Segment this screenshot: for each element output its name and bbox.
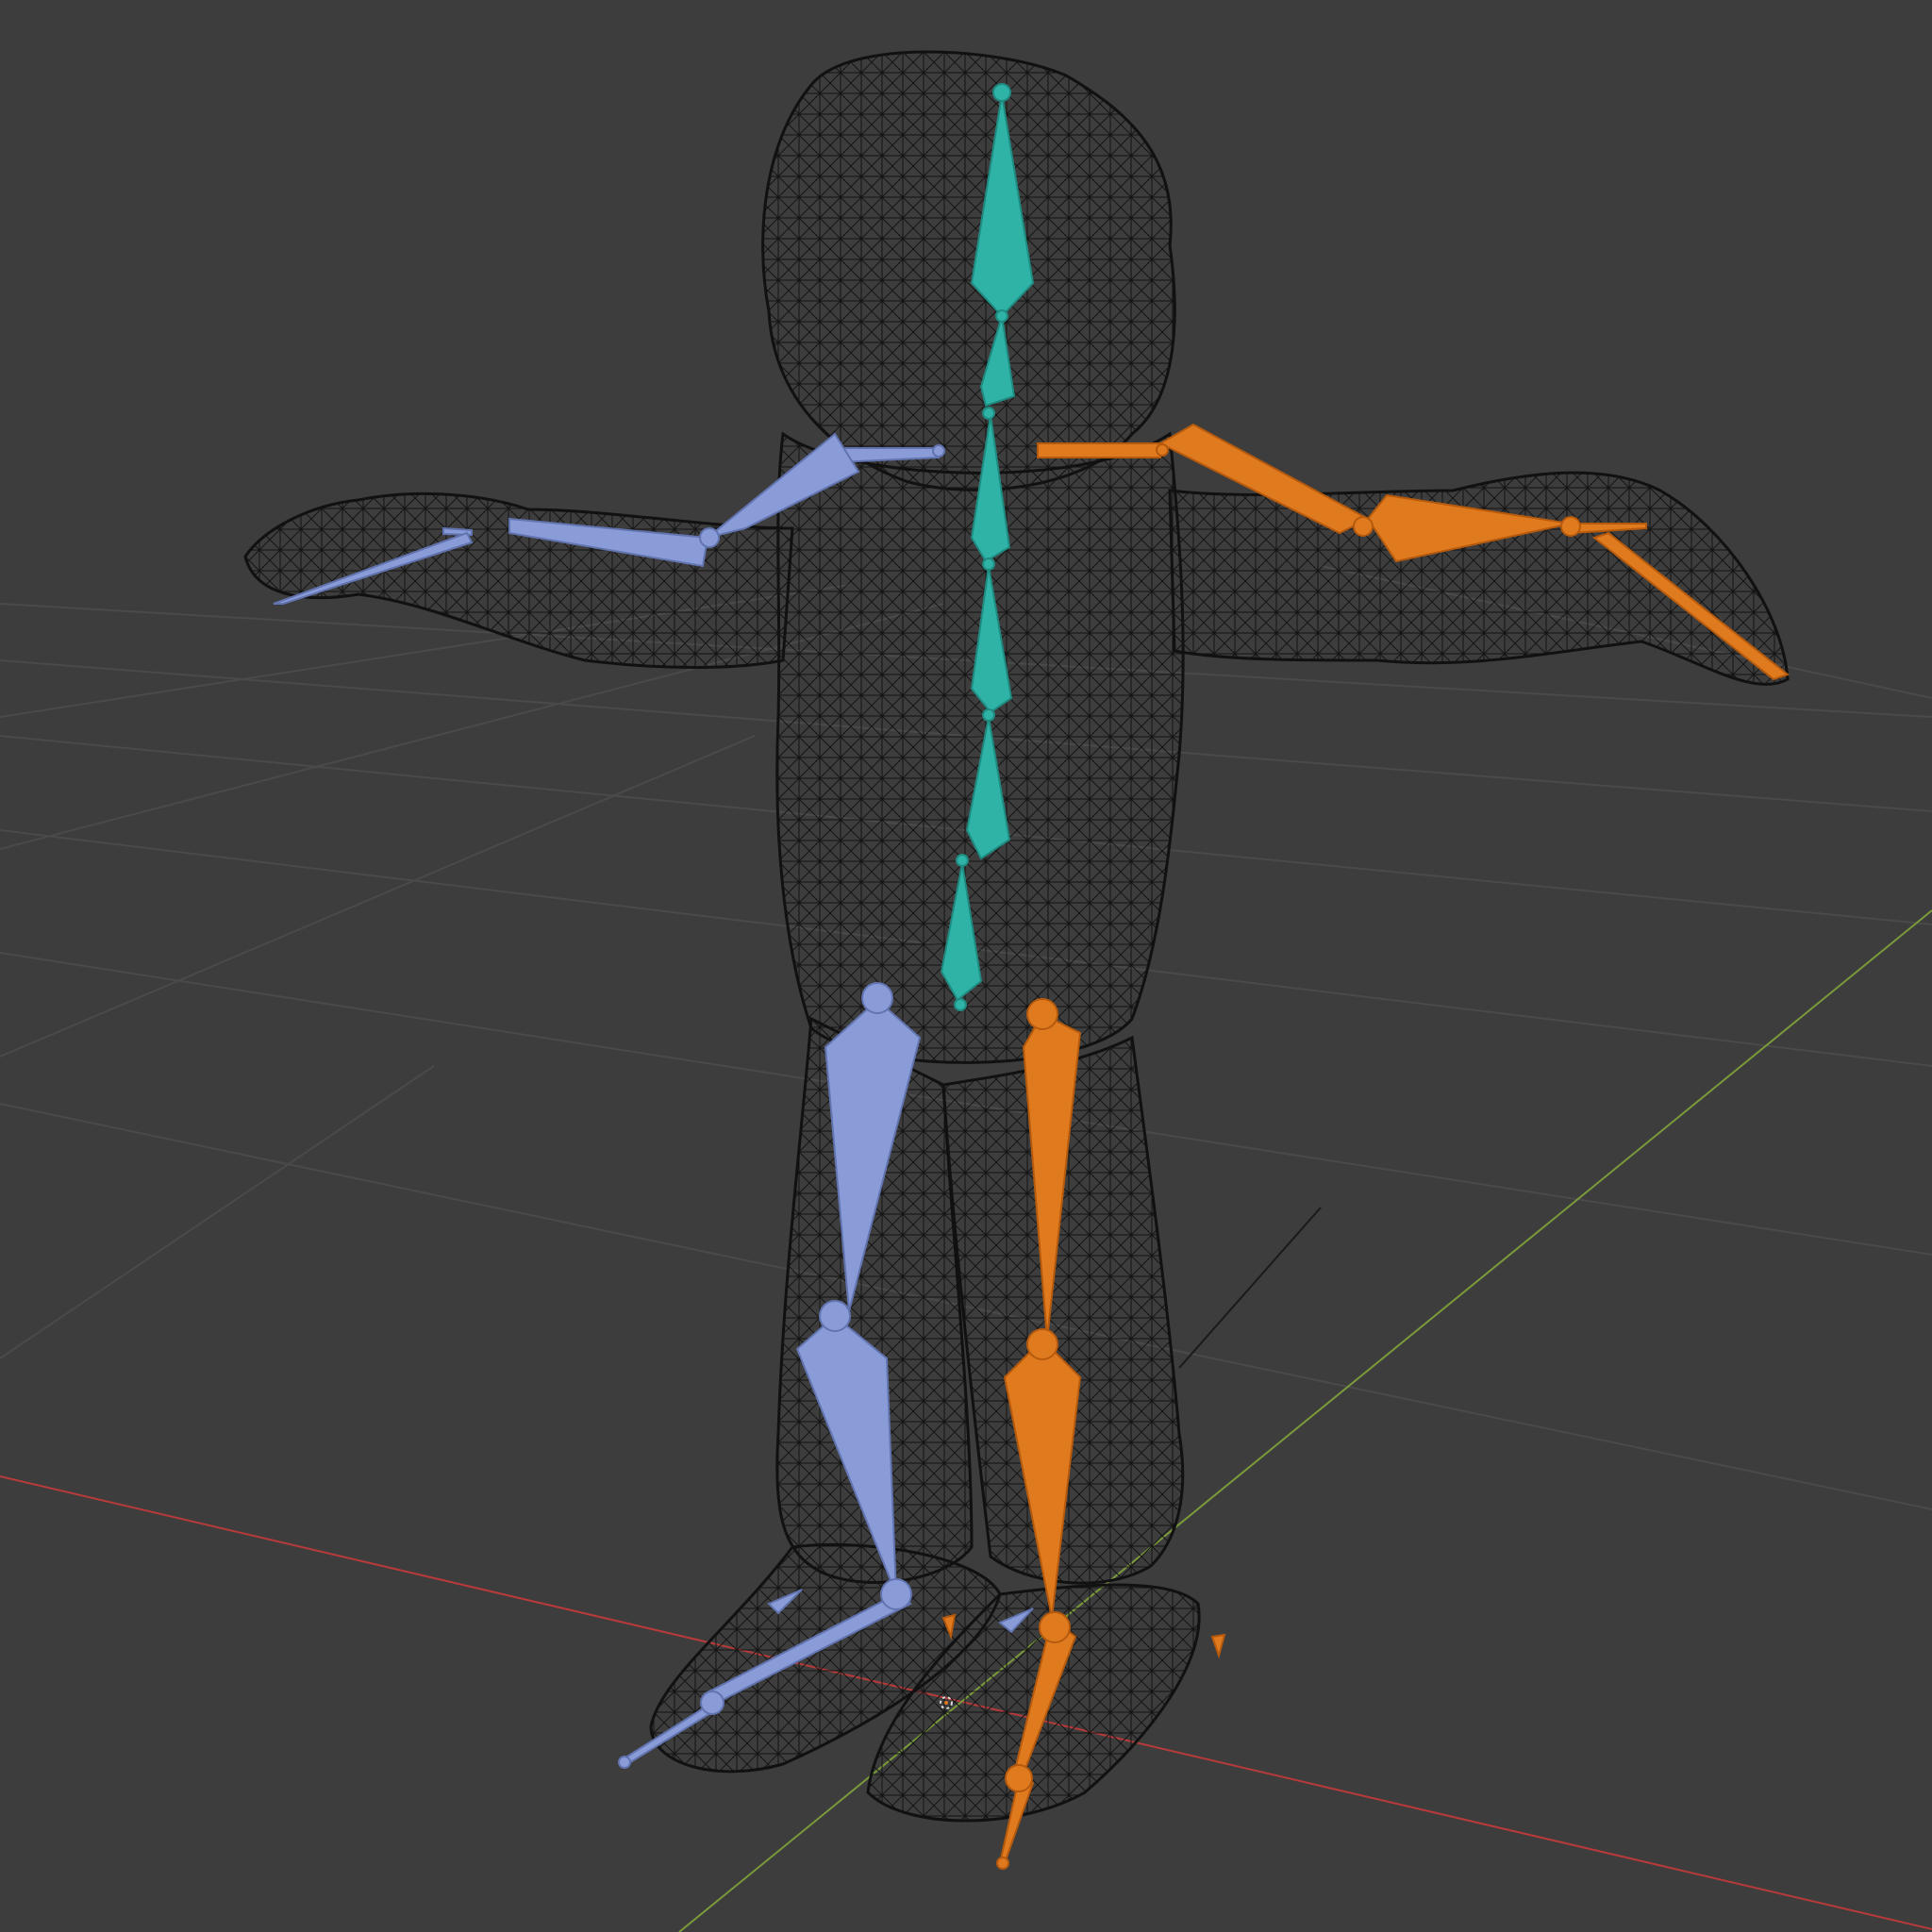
selection-line [1178,1207,1322,1369]
joint-ball-r [1005,1764,1033,1792]
bone-shoulder-r [1037,442,1161,458]
joint-neck [995,309,1008,323]
joint-toe-tip-l [618,1756,631,1769]
heel-marker-r2 [1210,1633,1226,1659]
3d-viewport[interactable] [0,0,1932,1932]
mesh-head [761,50,1176,491]
joint-hips-tail [954,998,967,1011]
character-mesh[interactable] [243,50,1790,1823]
joint-ball-l [700,1690,724,1715]
joint-toe-tip-r [996,1857,1009,1870]
joint-ankle-r [1039,1611,1071,1643]
joint-knee-r [1026,1328,1058,1360]
joint-shoulder-r [1156,443,1169,457]
joint-ankle-l [880,1578,912,1610]
joint-knee-l [819,1300,851,1332]
joint-thigh-r [1026,998,1058,1030]
joint-shoulder-l [932,444,945,458]
joint-elbow-l [699,527,720,548]
mesh-arm-right [1168,471,1790,686]
joint-thigh-l [861,982,893,1014]
joint-head-tip [992,83,1011,102]
joint-spine-2 [982,558,995,571]
joint-spine-1 [982,708,995,722]
joint-wrist-r [1560,516,1581,537]
viewport-canvas[interactable] [0,0,1932,1932]
joint-elbow-r [1353,516,1374,537]
joint-chest [982,407,995,420]
joint-hips [956,854,969,867]
